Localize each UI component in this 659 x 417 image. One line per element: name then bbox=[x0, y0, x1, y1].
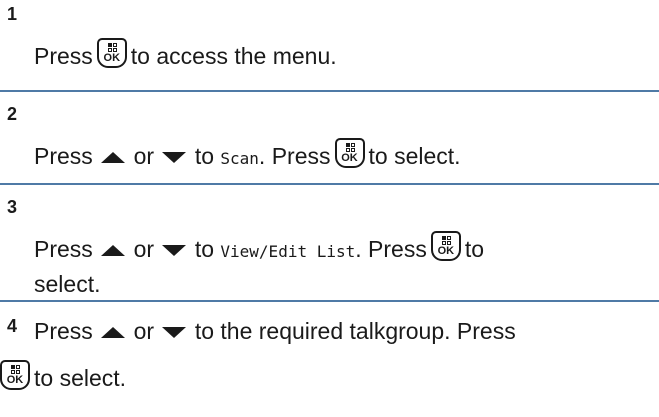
step-text: Press or to View/Edit List. Press OK to se… bbox=[34, 231, 651, 300]
down-arrow-icon bbox=[162, 245, 187, 256]
step-text: Press or to Scan. Press OK to select. bbox=[34, 138, 651, 175]
step-text-line2: OK to select. bbox=[0, 360, 651, 394]
step-2: 2 Press or to Scan. Press OK to select. bbox=[0, 92, 659, 183]
menu-ok-button-icon: OK bbox=[0, 360, 30, 390]
step-4: 4 Press or to the required talkgroup. Pr… bbox=[0, 302, 659, 417]
step-number: 3 bbox=[7, 197, 18, 217]
step-number: 2 bbox=[7, 104, 18, 124]
menu-ok-button-icon: OK bbox=[334, 138, 365, 168]
down-arrow-icon bbox=[162, 152, 187, 163]
menu-ok-button-icon: OK bbox=[96, 38, 127, 68]
up-arrow-icon bbox=[101, 327, 126, 338]
menu-item-name: View/Edit List bbox=[220, 242, 356, 261]
step-1: 1 Press OK to access the menu. bbox=[0, 0, 659, 90]
step-number: 4 bbox=[7, 316, 18, 336]
menu-ok-button-icon: OK bbox=[430, 231, 461, 261]
step-text: Press or to the required talkgroup. Pres… bbox=[34, 318, 516, 344]
step-text: Press OK to access the menu. bbox=[34, 38, 651, 72]
down-arrow-icon bbox=[162, 327, 187, 338]
step-3: 3 Press or to View/Edit List. Press OK to … bbox=[0, 185, 659, 300]
up-arrow-icon bbox=[101, 245, 126, 256]
menu-item-name: Scan bbox=[220, 149, 259, 168]
step-number: 1 bbox=[7, 4, 18, 24]
up-arrow-icon bbox=[101, 152, 126, 163]
